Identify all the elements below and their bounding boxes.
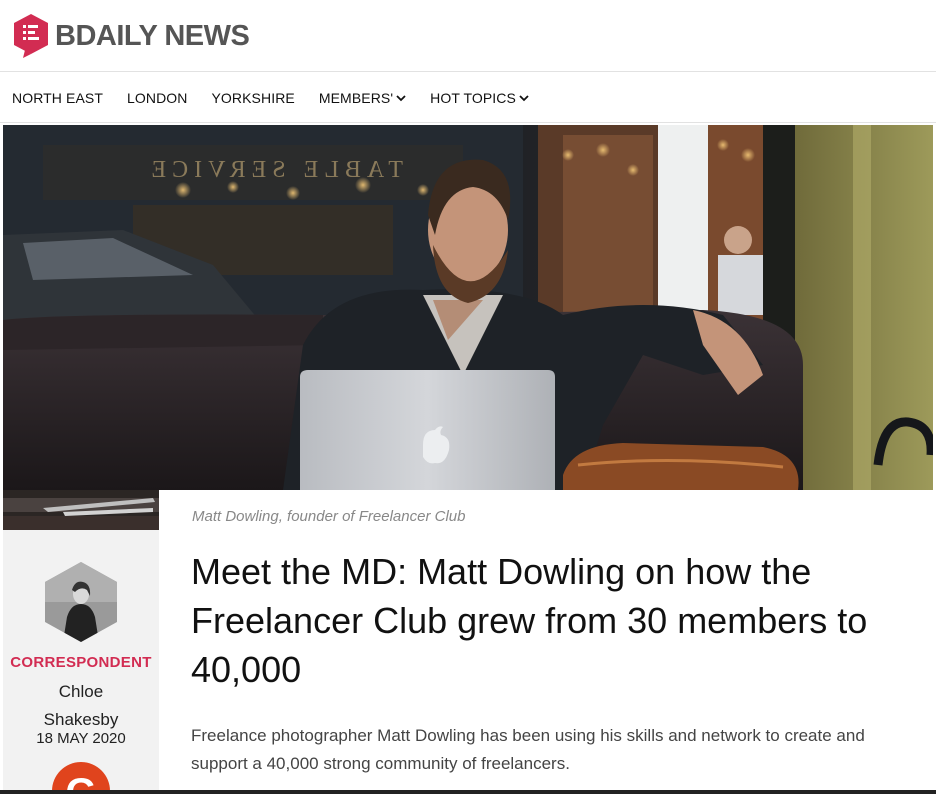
bottom-divider xyxy=(0,790,936,794)
author-role: CORRESPONDENT xyxy=(10,654,152,671)
article-standfirst: Freelance photographer Matt Dowling has … xyxy=(191,726,865,773)
author-first-name: Chloe xyxy=(58,682,104,701)
nav-item-label: MEMBERS' xyxy=(318,89,394,106)
nav-item-label: HOT TOPICS xyxy=(430,89,516,106)
hero-image-strip xyxy=(3,490,159,530)
site-logo[interactable]: BDAILY NEWS xyxy=(11,12,250,60)
nav-item-hot-topics[interactable]: HOT TOPICS xyxy=(430,90,529,106)
hero-image: TABLE SERVICE xyxy=(3,125,933,490)
main-nav: NORTH EAST LONDON YORKSHIRE MEMBERS' HOT… xyxy=(0,73,936,123)
author-name[interactable]: Chloe Shakesby xyxy=(3,678,159,734)
author-sidebar: CORRESPONDENT Chloe Shakesby 18 MAY 2020… xyxy=(3,530,159,794)
site-logo-text: BDAILY NEWS xyxy=(55,19,250,52)
nav-item-london[interactable]: LONDON xyxy=(127,90,188,106)
nav-item-north-east[interactable]: NORTH EAST xyxy=(12,90,103,106)
nav-item-label: NORTH EAST xyxy=(12,89,103,106)
site-header: BDAILY NEWS xyxy=(0,0,936,72)
author-avatar[interactable] xyxy=(45,562,117,642)
bdaily-logo-icon xyxy=(14,14,48,58)
image-caption: Matt Dowling, founder of Freelancer Club xyxy=(192,508,466,525)
nav-item-yorkshire[interactable]: YORKSHIRE xyxy=(211,90,294,106)
chevron-down-icon xyxy=(519,94,529,101)
article-title: Meet the MD: Matt Dowling on how the Fre… xyxy=(191,551,868,690)
publish-date: 18 MAY 2020 xyxy=(36,730,126,747)
chevron-down-icon xyxy=(396,94,406,101)
nav-item-label: YORKSHIRE xyxy=(211,89,295,106)
nav-item-label: LONDON xyxy=(126,89,188,106)
nav-item-members[interactable]: MEMBERS' xyxy=(319,90,406,106)
